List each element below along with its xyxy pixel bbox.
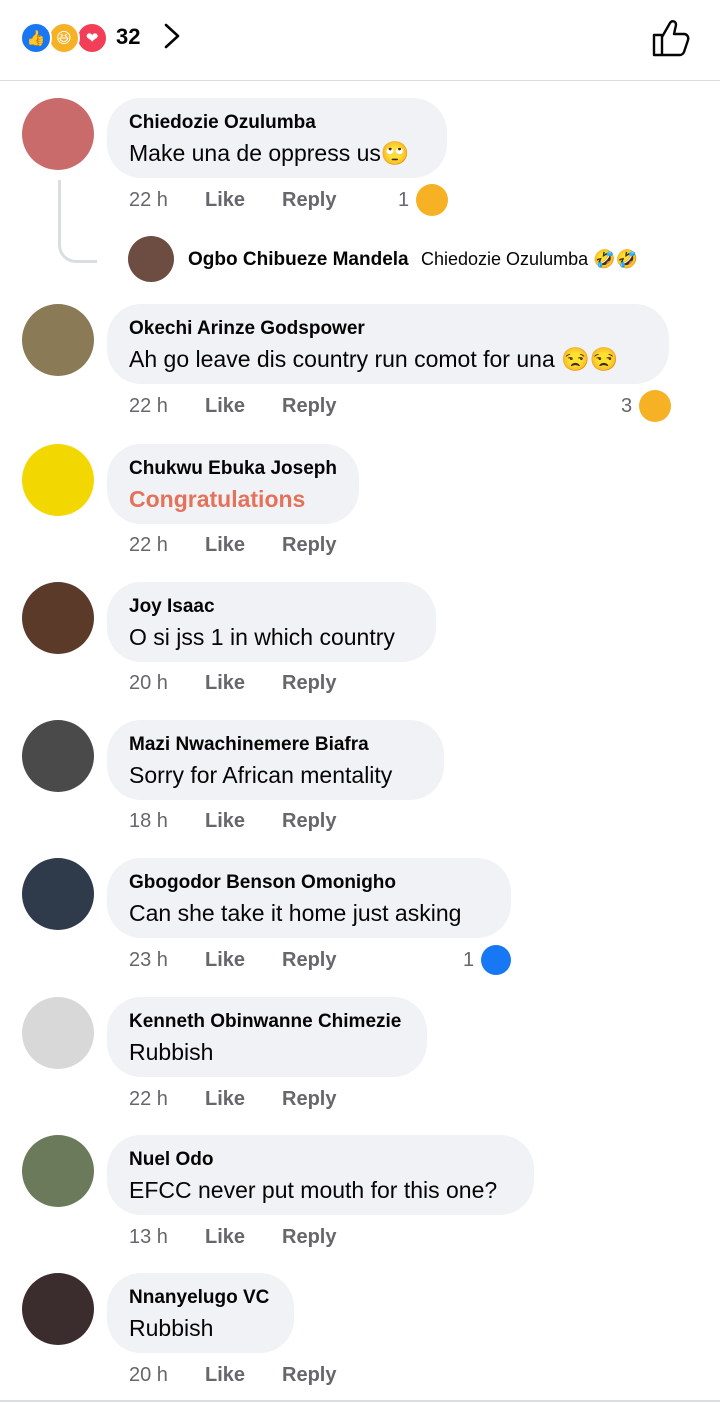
- comment-author[interactable]: Chukwu Ebuka Joseph: [129, 458, 337, 480]
- chevron-right-icon[interactable]: [160, 22, 184, 50]
- avatar[interactable]: [22, 444, 94, 516]
- reply-author[interactable]: Ogbo Chibueze Mandela: [188, 249, 409, 271]
- like-button[interactable]: Like: [205, 534, 245, 557]
- comment-time[interactable]: 20 h: [129, 1364, 168, 1387]
- like-button[interactable]: Like: [205, 1226, 245, 1249]
- reply-button[interactable]: Reply: [282, 534, 336, 557]
- like-button[interactable]: Like: [205, 949, 245, 972]
- comment-time[interactable]: 18 h: [129, 810, 168, 833]
- comment-time[interactable]: 20 h: [129, 672, 168, 695]
- like-button[interactable]: Like: [205, 189, 245, 212]
- comment-bubble: Gbogodor Benson Omonigho Can she take it…: [107, 858, 511, 938]
- comment-text: Can she take it home just asking: [129, 900, 462, 926]
- comment-author[interactable]: Gbogodor Benson Omonigho: [129, 872, 396, 894]
- avatar[interactable]: [22, 1135, 94, 1207]
- comment-bubble: Chiedozie Ozulumba Make una de oppress u…: [107, 98, 447, 178]
- reply-button[interactable]: Reply: [282, 672, 336, 695]
- comment-author[interactable]: Nuel Odo: [129, 1149, 213, 1171]
- thumbs-up-icon[interactable]: [650, 18, 692, 58]
- comment-time[interactable]: 22 h: [129, 1088, 168, 1111]
- reply-text: Chiedozie Ozulumba 🤣🤣: [421, 249, 638, 269]
- divider: [0, 1400, 720, 1402]
- reaction-count[interactable]: 1: [398, 189, 409, 212]
- reply-button[interactable]: Reply: [282, 810, 336, 833]
- reaction-count[interactable]: 1: [463, 949, 474, 972]
- like-button[interactable]: Like: [205, 1088, 245, 1111]
- avatar[interactable]: [22, 582, 94, 654]
- love-icon[interactable]: ❤: [76, 22, 108, 54]
- like-button[interactable]: Like: [205, 1364, 245, 1387]
- comment-bubble: Chukwu Ebuka Joseph Congratulations: [107, 444, 359, 524]
- like-button[interactable]: Like: [205, 672, 245, 695]
- reactions-header: 👍 😆 ❤ 32: [0, 0, 720, 81]
- haha-icon: [416, 184, 448, 216]
- comment-time[interactable]: 22 h: [129, 189, 168, 212]
- comment-author[interactable]: Kenneth Obinwanne Chimezie: [129, 1011, 401, 1033]
- comment-text: Congratulations: [129, 486, 306, 512]
- comment-time[interactable]: 22 h: [129, 534, 168, 557]
- comment-text: Rubbish: [129, 1039, 214, 1065]
- avatar[interactable]: [22, 858, 94, 930]
- reply-preview[interactable]: Ogbo Chibueze Mandela Chiedozie Ozulumba…: [128, 236, 688, 282]
- reply-button[interactable]: Reply: [282, 1226, 336, 1249]
- comment-time[interactable]: 23 h: [129, 949, 168, 972]
- haha-icon: [639, 390, 671, 422]
- like-button[interactable]: Like: [205, 810, 245, 833]
- avatar[interactable]: [128, 236, 174, 282]
- comment-time[interactable]: 13 h: [129, 1226, 168, 1249]
- avatar[interactable]: [22, 98, 94, 170]
- comment-text: O si jss 1 in which country: [129, 624, 395, 650]
- avatar[interactable]: [22, 304, 94, 376]
- reply-button[interactable]: Reply: [282, 189, 336, 212]
- comment-author[interactable]: Mazi Nwachinemere Biafra: [129, 734, 369, 756]
- comment-author[interactable]: Okechi Arinze Godspower: [129, 318, 365, 340]
- comment-bubble: Kenneth Obinwanne Chimezie Rubbish: [107, 997, 427, 1077]
- like-icon: [481, 945, 511, 975]
- like-button[interactable]: Like: [205, 395, 245, 418]
- avatar[interactable]: [22, 1273, 94, 1345]
- avatar[interactable]: [22, 720, 94, 792]
- reply-button[interactable]: Reply: [282, 1364, 336, 1387]
- reply-button[interactable]: Reply: [282, 395, 336, 418]
- haha-icon[interactable]: 😆: [48, 22, 80, 54]
- reply-button[interactable]: Reply: [282, 949, 336, 972]
- avatar[interactable]: [22, 997, 94, 1069]
- reaction-count[interactable]: 32: [116, 24, 140, 50]
- comment-bubble: Okechi Arinze Godspower Ah go leave dis …: [107, 304, 669, 384]
- comment-bubble: Joy Isaac O si jss 1 in which country: [107, 582, 436, 662]
- reply-button[interactable]: Reply: [282, 1088, 336, 1111]
- comment-bubble: Mazi Nwachinemere Biafra Sorry for Afric…: [107, 720, 444, 800]
- comment-author[interactable]: Joy Isaac: [129, 596, 215, 618]
- like-icon[interactable]: 👍: [20, 22, 52, 54]
- comment-bubble: Nnanyelugo VC Rubbish: [107, 1273, 294, 1353]
- reaction-count[interactable]: 3: [621, 395, 632, 418]
- comment-author[interactable]: Nnanyelugo VC: [129, 1287, 269, 1309]
- comment-bubble: Nuel Odo EFCC never put mouth for this o…: [107, 1135, 534, 1215]
- comment-author[interactable]: Chiedozie Ozulumba: [129, 112, 316, 134]
- comment-text: Sorry for African mentality: [129, 762, 393, 788]
- comment-text: Ah go leave dis country run comot for un…: [129, 346, 619, 372]
- thread-line: [58, 180, 97, 263]
- comment-text: Make una de oppress us🙄: [129, 140, 410, 166]
- comment-time[interactable]: 22 h: [129, 395, 168, 418]
- comment-text: EFCC never put mouth for this one?: [129, 1177, 498, 1203]
- comment-text: Rubbish: [129, 1315, 214, 1341]
